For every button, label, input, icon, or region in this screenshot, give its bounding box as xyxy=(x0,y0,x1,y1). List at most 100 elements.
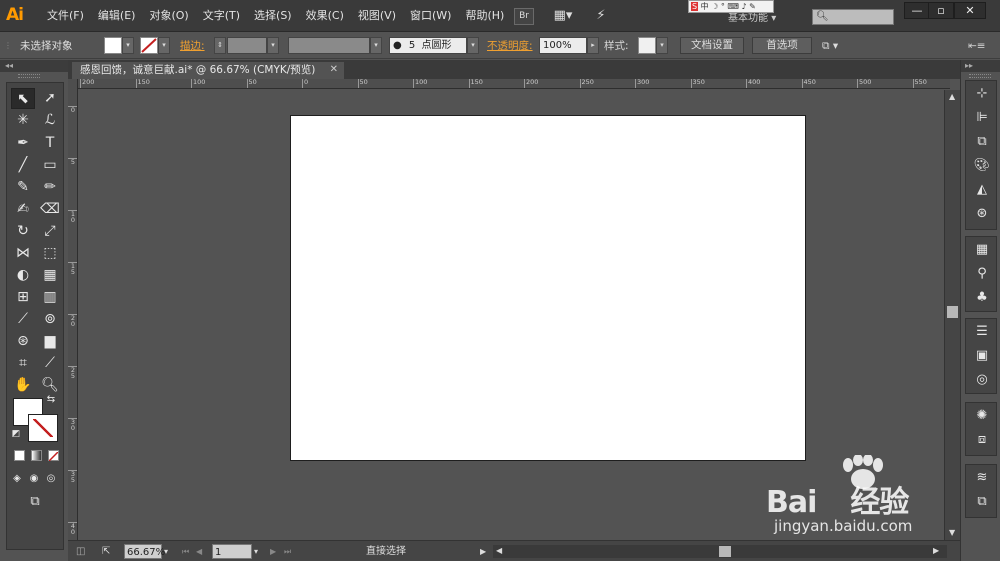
stroke-panel-icon[interactable]: ☰ xyxy=(972,322,992,342)
magic-wand-tool-icon[interactable]: ✳ xyxy=(11,110,35,131)
pathfinder-panel-icon[interactable]: ⧉ xyxy=(972,132,992,152)
opacity-field[interactable]: 100% xyxy=(539,37,587,54)
panel-dock-grip[interactable] xyxy=(969,74,991,78)
draw-normal-icon[interactable]: ◈ xyxy=(9,468,25,489)
align-panel-icon[interactable]: ⊫ xyxy=(972,108,992,128)
artboards-panel-icon[interactable]: ⧈ xyxy=(972,430,992,450)
zoom-field[interactable]: 66.67% xyxy=(124,544,165,559)
lasso-tool-icon[interactable]: ℒ xyxy=(38,110,62,131)
selection-tool-icon[interactable]: ⬉ xyxy=(11,88,35,109)
horizontal-ruler[interactable]: 200 150 100 50 0 50 100 150 200 250 300 350 400 450 50… xyxy=(78,79,950,89)
menu-type[interactable]: 文字(T) xyxy=(196,0,247,32)
tools-panel-grip[interactable] xyxy=(18,74,40,78)
first-artboard-icon[interactable]: ⏮ xyxy=(182,544,189,559)
stroke-swatch[interactable] xyxy=(28,414,58,442)
profile-dropdown-icon[interactable]: ▾ xyxy=(370,37,382,54)
menu-window[interactable]: 窗口(W) xyxy=(403,0,458,32)
next-artboard-icon[interactable]: ▶ xyxy=(270,544,276,559)
menu-file[interactable]: 文件(F) xyxy=(40,0,91,32)
blend-tool-icon[interactable]: ⊚ xyxy=(38,309,62,330)
swatches-panel-icon[interactable]: ▦ xyxy=(972,240,992,260)
share-icon[interactable]: ⇱ xyxy=(102,544,110,559)
panel-menu-icon[interactable]: ⇤≡ xyxy=(968,37,986,55)
scroll-left-icon[interactable]: ◀ xyxy=(496,546,502,555)
scroll-up-icon[interactable]: ▲ xyxy=(949,92,955,101)
bridge-button[interactable]: Br xyxy=(514,8,534,25)
last-artboard-icon[interactable]: ⏭ xyxy=(284,544,291,559)
tools-panel-collapse-icon[interactable]: ◂◂ xyxy=(0,60,68,72)
stroke-weight-field[interactable] xyxy=(227,37,267,54)
artboard[interactable] xyxy=(290,115,806,461)
menu-edit[interactable]: 编辑(E) xyxy=(91,0,143,32)
artboard-number-field[interactable]: 1 xyxy=(212,544,252,559)
color-panel-icon[interactable]: 🎨︎ xyxy=(972,156,992,176)
brush-dropdown-icon[interactable]: ▾ xyxy=(467,37,479,54)
rectangle-tool-icon[interactable]: ▭ xyxy=(38,155,62,176)
draw-inside-icon[interactable]: ◎ xyxy=(43,468,59,489)
pen-tool-icon[interactable]: ✒ xyxy=(11,133,35,154)
artboard-dropdown-icon[interactable]: ▾ xyxy=(254,544,258,559)
gradient-mode-icon[interactable] xyxy=(31,450,42,461)
arrange-documents-icon[interactable]: ▦▾ xyxy=(550,8,576,25)
graphic-styles-panel-icon[interactable]: ✺ xyxy=(972,406,992,426)
ime-toolbar[interactable]: S 中 ☽ ° ⌨ ♪ ✎ xyxy=(688,0,774,13)
opacity-panel-link[interactable]: 不透明度: xyxy=(487,37,533,55)
minimize-button[interactable]: — xyxy=(904,2,930,19)
stroke-panel-link[interactable]: 描边: xyxy=(180,37,205,55)
preferences-button[interactable]: 首选项 xyxy=(752,37,812,54)
zoom-dropdown-icon[interactable]: ▾ xyxy=(164,544,168,559)
previous-artboard-icon[interactable]: ◀ xyxy=(196,544,202,559)
menu-effect[interactable]: 效果(C) xyxy=(299,0,351,32)
draw-behind-icon[interactable]: ◉ xyxy=(26,468,42,489)
free-transform-tool-icon[interactable]: ⬚ xyxy=(38,243,62,264)
menu-select[interactable]: 选择(S) xyxy=(247,0,299,32)
appearance-panel-icon[interactable]: ⊛ xyxy=(972,204,992,224)
direct-selection-tool-icon[interactable]: ➚ xyxy=(38,88,62,109)
stroke-color-swatch[interactable] xyxy=(140,37,158,54)
paintbrush-tool-icon[interactable]: ✎ xyxy=(11,177,35,198)
layers-panel-icon[interactable]: ≋ xyxy=(972,468,992,488)
color-guide-panel-icon[interactable]: ◭ xyxy=(972,180,992,200)
scale-tool-icon[interactable]: ⤢ xyxy=(38,221,62,242)
graphic-style-swatch[interactable] xyxy=(638,37,656,54)
stroke-dropdown-icon[interactable]: ▾ xyxy=(158,37,170,54)
document-tab[interactable]: 感恩回馈，诚意巨献.ai* @ 66.67% (CMYK/预览) ✕ xyxy=(72,62,344,79)
width-tool-icon[interactable]: ⋈ xyxy=(11,243,35,264)
close-button[interactable]: ✕ xyxy=(954,2,986,19)
type-tool-icon[interactable]: T xyxy=(38,133,62,154)
column-graph-tool-icon[interactable]: ▆ xyxy=(38,331,62,352)
none-mode-icon[interactable] xyxy=(48,450,59,462)
stroke-weight-dropdown-icon[interactable]: ▾ xyxy=(267,37,279,54)
horizontal-scrollbar[interactable]: ◀ ▶ xyxy=(493,545,947,558)
opacity-arrow-icon[interactable]: ▸ xyxy=(587,37,599,54)
line-segment-tool-icon[interactable]: ╱ xyxy=(11,155,35,176)
slice-tool-icon[interactable]: ⟋ xyxy=(38,353,62,374)
menu-view[interactable]: 视图(V) xyxy=(351,0,403,32)
vertical-scroll-thumb[interactable] xyxy=(947,306,958,318)
mesh-tool-icon[interactable]: ⊞ xyxy=(11,287,35,308)
close-tab-icon[interactable]: ✕ xyxy=(330,62,338,78)
gradient-panel-icon[interactable]: ▣ xyxy=(972,346,992,366)
rotate-tool-icon[interactable]: ↻ xyxy=(11,221,35,242)
help-search-input[interactable]: 🔍︎ xyxy=(812,9,894,25)
gradient-tool-icon[interactable]: ▥ xyxy=(38,287,62,308)
eraser-tool-icon[interactable]: ⌫ xyxy=(38,199,62,220)
style-dropdown-icon[interactable]: ▾ xyxy=(656,37,668,54)
arrange-objects-icon[interactable]: ⧉ ▾ xyxy=(822,37,838,55)
scroll-right-icon[interactable]: ▶ xyxy=(933,546,939,555)
fill-color-swatch[interactable] xyxy=(104,37,122,54)
vertical-ruler[interactable]: 0 5 1 0 1 5 2 0 2 5 3 0 3 5 4 0 xyxy=(68,79,78,540)
symbols-panel-icon[interactable]: ♣ xyxy=(972,288,992,308)
brush-definition-field[interactable]: ● 5 点圆形 xyxy=(389,37,467,54)
brushes-panel-icon[interactable]: ⚲ xyxy=(972,264,992,284)
hand-tool-icon[interactable]: ✋ xyxy=(11,375,35,396)
perspective-grid-tool-icon[interactable]: ▦ xyxy=(38,265,62,286)
transform-panel-icon[interactable]: ⊹ xyxy=(972,84,992,104)
document-setup-button[interactable]: 文档设置 xyxy=(680,37,744,54)
expand-panels-icon[interactable]: ▸▸ xyxy=(961,60,1000,72)
eyedropper-tool-icon[interactable]: ⟋ xyxy=(11,309,35,330)
menu-help[interactable]: 帮助(H) xyxy=(458,0,511,32)
symbol-sprayer-tool-icon[interactable]: ⊛ xyxy=(11,331,35,352)
artboard-tool-icon[interactable]: ⌗ xyxy=(11,353,35,374)
variable-width-profile-field[interactable] xyxy=(288,37,370,54)
